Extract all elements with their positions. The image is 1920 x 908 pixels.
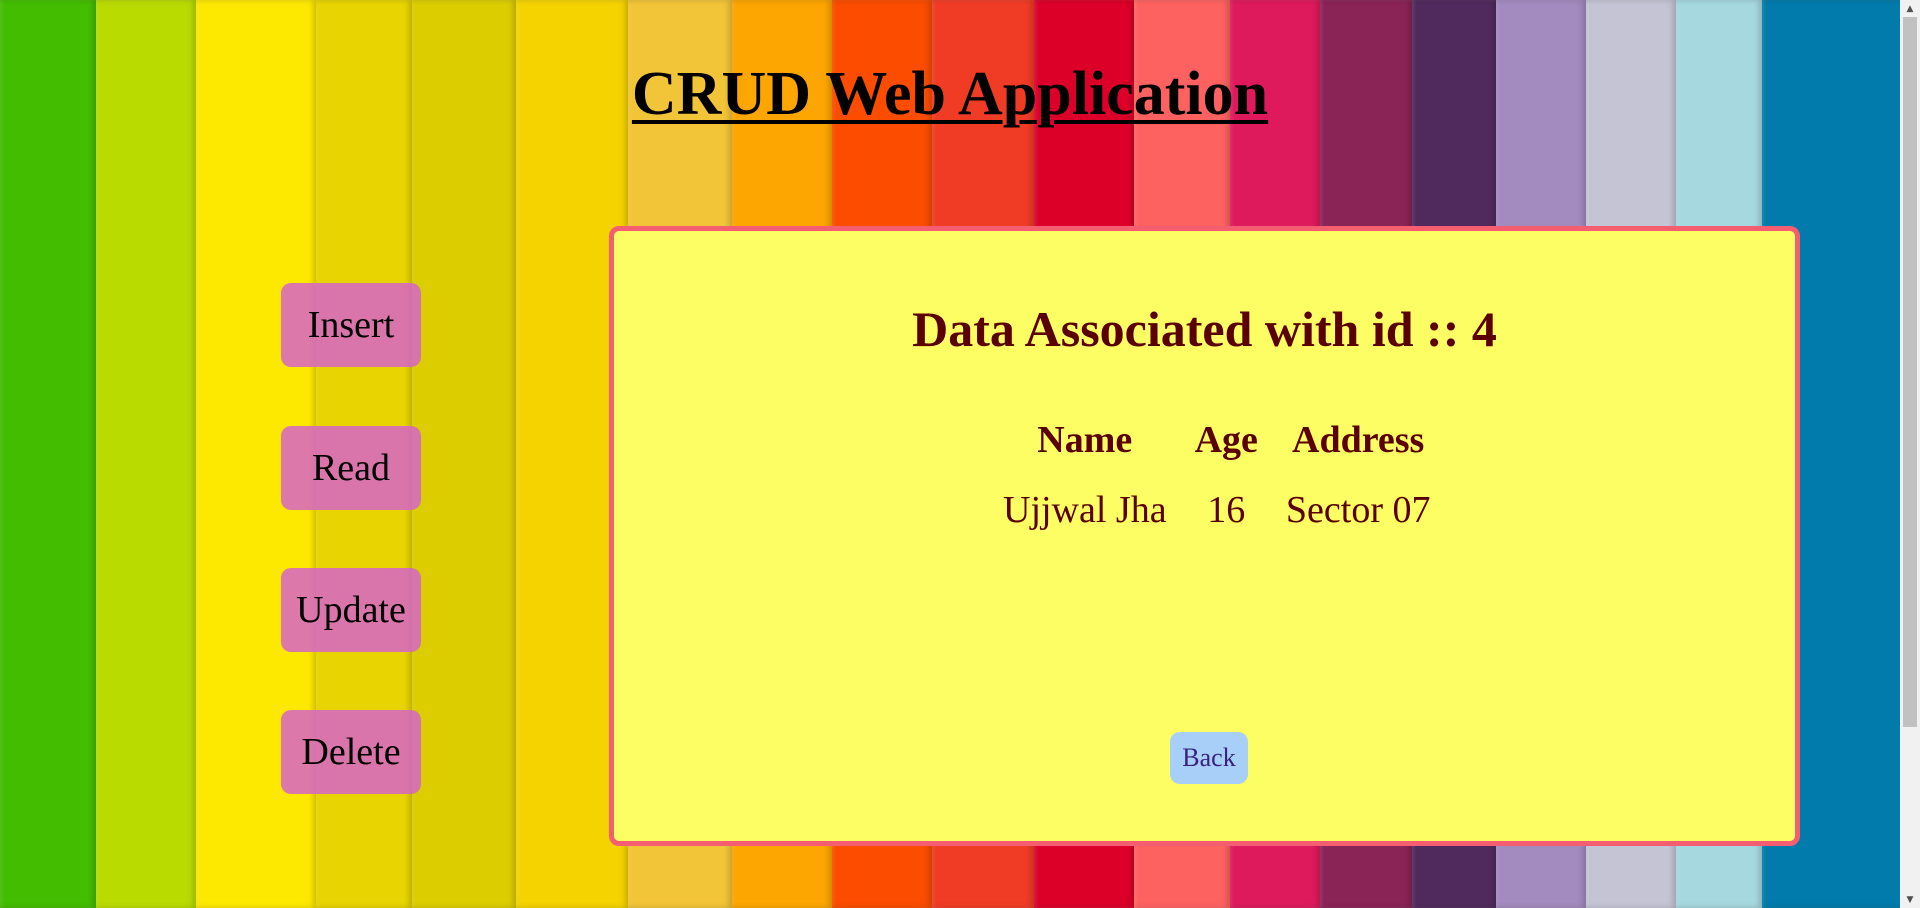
insert-button[interactable]: Insert: [281, 283, 421, 367]
data-table: Name Age Address Ujjwal Jha 16 Sector 07: [989, 414, 1444, 538]
table-row: Ujjwal Jha 16 Sector 07: [989, 474, 1444, 538]
read-button[interactable]: Read: [281, 426, 421, 510]
background-stripe: [96, 0, 196, 908]
cell-age: 16: [1207, 489, 1246, 531]
background-stripe: [0, 0, 96, 908]
column-header-name: Name: [1037, 419, 1133, 461]
panel-heading: Data Associated with id :: 4: [912, 301, 1497, 357]
cell-address: Sector 07: [1285, 489, 1431, 531]
table-header-row: Name Age Address: [989, 414, 1444, 474]
background-stripe: [412, 0, 516, 908]
data-panel: Data Associated with id :: 4 Name Age Ad…: [609, 226, 1800, 846]
scroll-up-arrow-icon[interactable]: ▲: [1900, 0, 1920, 17]
vertical-scrollbar[interactable]: ▲ ▼: [1900, 0, 1920, 908]
delete-button[interactable]: Delete: [281, 710, 421, 794]
back-button[interactable]: Back: [1170, 732, 1248, 784]
column-header-age: Age: [1194, 419, 1258, 461]
scrollbar-thumb[interactable]: [1903, 17, 1917, 727]
page-title: CRUD Web Application: [631, 60, 1269, 128]
update-button[interactable]: Update: [281, 568, 421, 652]
column-header-address: Address: [1292, 419, 1425, 461]
cell-name: Ujjwal Jha: [1003, 489, 1167, 531]
scroll-down-arrow-icon[interactable]: ▼: [1900, 891, 1920, 908]
